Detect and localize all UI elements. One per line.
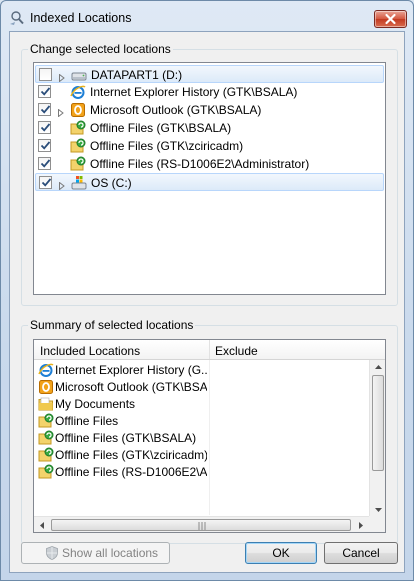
scrollbar-corner bbox=[369, 516, 385, 532]
summary-list-item[interactable]: Offline Files bbox=[34, 412, 369, 429]
scroll-left-arrow-icon[interactable] bbox=[35, 517, 49, 533]
vertical-scroll-thumb[interactable] bbox=[372, 375, 384, 471]
location-tree-item[interactable]: Offline Files (GTK\zciricadm) bbox=[35, 137, 384, 155]
show-all-locations-button[interactable]: Show all locations bbox=[21, 542, 170, 564]
internet-explorer-icon bbox=[38, 362, 54, 377]
outlook-icon bbox=[70, 102, 86, 118]
location-tree-item[interactable]: Internet Explorer History (GTK\BSALA) bbox=[35, 83, 384, 101]
windows-drive-icon bbox=[71, 175, 87, 191]
expand-arrow-icon[interactable] bbox=[59, 71, 65, 83]
search-indexing-icon bbox=[9, 10, 25, 26]
included-location-label: Offline Files (RS-D1006E2\A... bbox=[55, 465, 207, 479]
scroll-right-arrow-icon[interactable] bbox=[354, 517, 368, 533]
grip-icon bbox=[198, 522, 206, 530]
summary-list-item[interactable]: My Documents bbox=[34, 395, 369, 412]
location-checkbox[interactable] bbox=[38, 103, 51, 116]
location-label: DATAPART1 (D:) bbox=[91, 68, 183, 82]
close-icon bbox=[385, 13, 396, 25]
location-label: Offline Files (GTK\zciricadm) bbox=[90, 139, 244, 153]
summary-list[interactable]: Included Locations Exclude Internet Expl… bbox=[33, 339, 386, 533]
title-bar[interactable]: Indexed Locations bbox=[1, 1, 413, 31]
offline-files-icon bbox=[38, 464, 54, 479]
ok-button[interactable]: OK bbox=[245, 542, 317, 564]
location-label: OS (C:) bbox=[91, 176, 132, 190]
check-mark-icon bbox=[41, 178, 52, 187]
location-label: Offline Files (RS-D1006E2\Administrator) bbox=[90, 157, 310, 171]
change-locations-legend: Change selected locations bbox=[30, 42, 171, 56]
location-tree-item[interactable]: DATAPART1 (D:) bbox=[35, 65, 384, 83]
location-tree-item[interactable]: OS (C:) bbox=[35, 173, 384, 191]
location-tree-item[interactable]: Microsoft Outlook (GTK\BSALA) bbox=[35, 101, 384, 119]
summary-list-item[interactable]: Offline Files (RS-D1006E2\A... bbox=[34, 463, 369, 480]
uac-shield-icon bbox=[46, 546, 58, 566]
included-location-label: Microsoft Outlook (GTK\BSALA) bbox=[55, 380, 207, 394]
summary-list-item[interactable]: Internet Explorer History (G... bbox=[34, 361, 369, 378]
summary-list-item[interactable]: Offline Files (GTK\BSALA) bbox=[34, 429, 369, 446]
location-tree-item[interactable]: Offline Files (RS-D1006E2\Administrator) bbox=[35, 155, 384, 173]
expand-arrow-icon[interactable] bbox=[59, 179, 65, 191]
scroll-up-arrow-icon[interactable] bbox=[370, 360, 386, 374]
vertical-scrollbar[interactable] bbox=[369, 360, 386, 517]
included-location-label: My Documents bbox=[55, 397, 136, 411]
cancel-button[interactable]: Cancel bbox=[324, 542, 398, 564]
location-tree-item[interactable]: Offline Files (GTK\BSALA) bbox=[35, 119, 384, 137]
check-mark-icon bbox=[40, 105, 51, 114]
location-checkbox[interactable] bbox=[39, 68, 52, 81]
summary-list-item[interactable]: Offline Files (GTK\zciricadm) bbox=[34, 446, 369, 463]
locations-tree[interactable]: DATAPART1 (D:) Internet Explorer History … bbox=[33, 62, 386, 295]
indexed-locations-window: Indexed Locations Change selected locati… bbox=[0, 0, 414, 581]
check-mark-icon bbox=[40, 87, 51, 96]
included-location-label: Offline Files (GTK\BSALA) bbox=[55, 431, 197, 445]
column-included-locations[interactable]: Included Locations bbox=[40, 344, 140, 358]
location-label: Offline Files (GTK\BSALA) bbox=[90, 121, 232, 135]
offline-files-icon bbox=[70, 156, 86, 172]
offline-files-icon bbox=[38, 413, 54, 428]
included-location-label: Offline Files (GTK\zciricadm) bbox=[55, 448, 207, 462]
offline-files-icon bbox=[70, 138, 86, 154]
show-all-locations-label: Show all locations bbox=[62, 546, 159, 560]
column-divider[interactable] bbox=[209, 340, 210, 359]
horizontal-scrollbar[interactable] bbox=[34, 516, 369, 533]
window-title: Indexed Locations bbox=[30, 11, 132, 25]
list-header: Included Locations Exclude bbox=[34, 340, 385, 360]
summary-legend: Summary of selected locations bbox=[30, 318, 194, 332]
location-label: Microsoft Outlook (GTK\BSALA) bbox=[90, 103, 262, 117]
location-checkbox[interactable] bbox=[38, 157, 51, 170]
check-mark-icon bbox=[40, 141, 51, 150]
offline-files-icon bbox=[38, 447, 54, 462]
scroll-down-arrow-icon[interactable] bbox=[370, 503, 386, 517]
drive-icon bbox=[71, 67, 87, 83]
horizontal-scroll-thumb[interactable] bbox=[51, 519, 351, 531]
included-location-label: Internet Explorer History (G... bbox=[55, 363, 207, 377]
close-button[interactable] bbox=[374, 10, 407, 28]
offline-files-icon bbox=[38, 430, 54, 445]
offline-files-icon bbox=[70, 120, 86, 136]
internet-explorer-icon bbox=[70, 84, 86, 100]
location-checkbox[interactable] bbox=[38, 121, 51, 134]
included-location-label: Offline Files bbox=[55, 414, 119, 428]
check-mark-icon bbox=[40, 123, 51, 132]
check-mark-icon bbox=[40, 159, 51, 168]
location-checkbox[interactable] bbox=[38, 139, 51, 152]
column-exclude[interactable]: Exclude bbox=[215, 344, 258, 358]
outlook-icon bbox=[38, 379, 54, 394]
expand-arrow-icon[interactable] bbox=[58, 106, 64, 118]
folder-icon bbox=[38, 396, 54, 411]
summary-list-item[interactable]: Microsoft Outlook (GTK\BSALA) bbox=[34, 378, 369, 395]
dialog-body: Change selected locations DATAPART1 (D:)… bbox=[9, 31, 405, 573]
location-checkbox[interactable] bbox=[38, 85, 51, 98]
location-checkbox[interactable] bbox=[39, 176, 52, 189]
location-label: Internet Explorer History (GTK\BSALA) bbox=[90, 85, 298, 99]
